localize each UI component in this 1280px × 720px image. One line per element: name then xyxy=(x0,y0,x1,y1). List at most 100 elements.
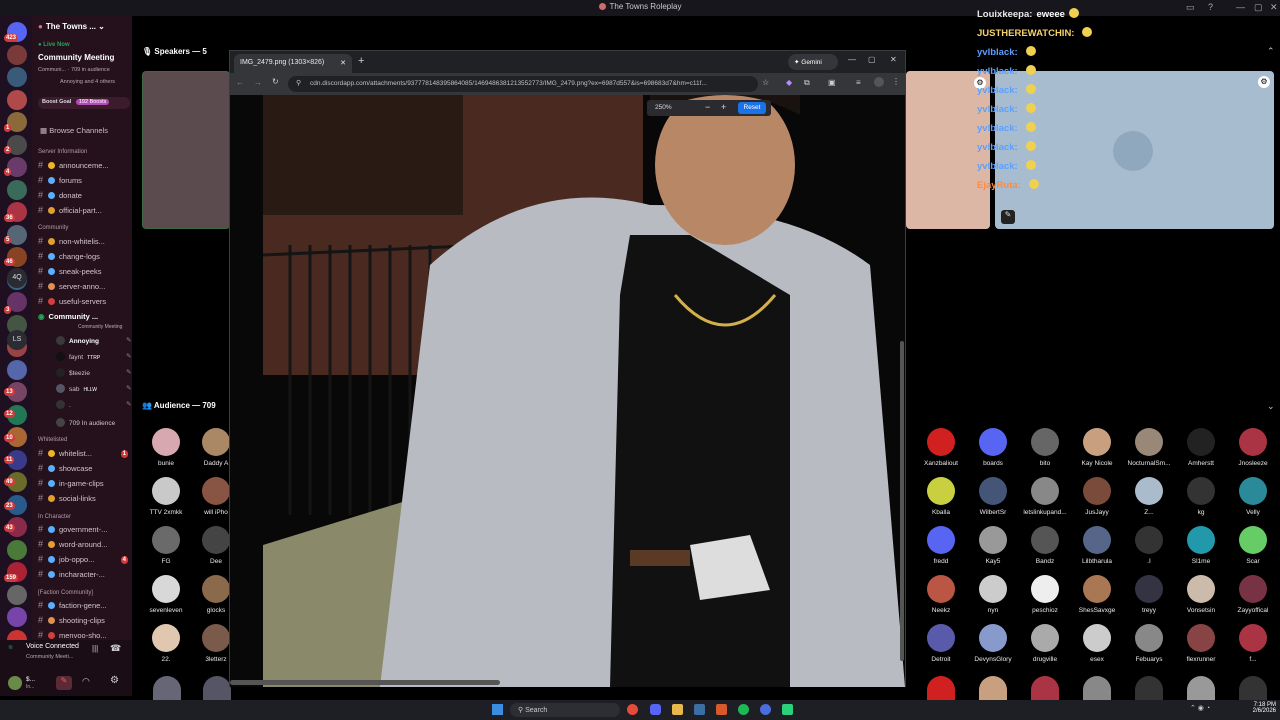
folder-icon[interactable] xyxy=(672,704,683,715)
avatar[interactable] xyxy=(8,676,22,690)
help-icon[interactable]: ? xyxy=(1208,2,1213,12)
audience-member[interactable]: Lilbtharula xyxy=(1072,526,1122,565)
speaker-tile[interactable] xyxy=(142,71,230,229)
channel-item[interactable]: # official-part... xyxy=(38,205,130,219)
close-tab-icon[interactable]: ✕ xyxy=(340,59,346,67)
profile-avatar[interactable] xyxy=(874,77,884,87)
voice-user[interactable]: . ✎ xyxy=(56,400,131,409)
channel-item[interactable]: # whitelist... 1 xyxy=(38,448,130,462)
minimize-button[interactable]: — xyxy=(1236,2,1245,12)
voice-user[interactable]: $teezie ✎ xyxy=(56,368,131,377)
server-icon[interactable] xyxy=(7,89,27,110)
zoom-out-button[interactable]: − xyxy=(705,102,710,112)
app-icon[interactable] xyxy=(782,704,793,715)
audience-member[interactable]: Bandz xyxy=(1020,526,1070,565)
zoom-in-button[interactable]: + xyxy=(721,102,726,112)
reload-icon[interactable]: ↻ xyxy=(272,77,279,86)
server-icon[interactable] xyxy=(7,584,27,605)
terminal-icon[interactable] xyxy=(694,704,705,715)
start-icon[interactable] xyxy=(492,704,503,715)
vertical-scrollbar[interactable] xyxy=(900,341,904,661)
audience-member[interactable]: Kballa xyxy=(916,477,966,516)
voice-connected-title[interactable]: Voice Connected xyxy=(26,643,79,650)
tray-icons[interactable]: ⌃ ◉ ◔ xyxy=(1190,704,1210,712)
puzzle-icon[interactable]: ⧉ xyxy=(804,78,810,88)
channel-item[interactable]: # showcase xyxy=(38,463,130,477)
minimize-button[interactable]: — xyxy=(848,55,856,64)
mute-icon[interactable]: ✎ xyxy=(56,676,72,690)
audience-member[interactable]: Jnosleeze xyxy=(1228,428,1278,467)
audience-member[interactable]: Neekz xyxy=(916,575,966,614)
event-name[interactable]: Community Meeting xyxy=(38,53,114,62)
server-icon[interactable] xyxy=(7,44,27,65)
audience-member[interactable]: f... xyxy=(1228,624,1278,663)
back-icon[interactable]: ← xyxy=(236,78,244,87)
audience-member[interactable]: Detroit xyxy=(916,624,966,663)
channel-item[interactable]: # donate xyxy=(38,190,130,204)
audience-member[interactable]: drugville xyxy=(1020,624,1070,663)
channel-item[interactable]: # server-anno... xyxy=(38,281,130,295)
channel-item[interactable]: # forums xyxy=(38,175,130,189)
office-icon[interactable] xyxy=(716,704,727,715)
chevron-up-icon[interactable]: ⌃ xyxy=(1267,46,1275,57)
channel-item[interactable]: # sneak-peeks xyxy=(38,266,130,280)
channel-item[interactable]: # government-... xyxy=(38,524,130,538)
voice-user[interactable]: Annoying ✎ xyxy=(56,336,131,345)
extension-icon[interactable]: ◆ xyxy=(786,78,792,87)
channel-item[interactable]: # change-logs xyxy=(38,251,130,265)
boost-goal[interactable]: Boost Goal 192 Boosts xyxy=(38,97,130,109)
inbox-icon[interactable]: ▭ xyxy=(1186,2,1195,13)
site-info-icon[interactable]: ⚲ xyxy=(296,79,301,87)
new-tab-icon[interactable]: + xyxy=(358,55,364,67)
server-icon[interactable] xyxy=(7,179,27,200)
audience-member[interactable]: Scar xyxy=(1228,526,1278,565)
audience-member[interactable]: WilbertSr xyxy=(968,477,1018,516)
channel-item[interactable]: # faction-gene... xyxy=(38,600,130,614)
audience-member[interactable]: Kay5 xyxy=(968,526,1018,565)
sidebar-icon[interactable]: ▣ xyxy=(828,78,836,87)
audience-member[interactable]: letslinkupand... xyxy=(1020,477,1070,516)
chrome-icon[interactable] xyxy=(627,704,638,715)
browser-tab[interactable]: IMG_2479.png (1303×826) ✕ xyxy=(234,54,352,73)
close-button[interactable]: ✕ xyxy=(890,55,897,64)
channel-item[interactable]: # useful-servers xyxy=(38,296,130,310)
star-icon[interactable]: ☆ xyxy=(762,78,769,87)
audience-member[interactable]: esex xyxy=(1072,624,1122,663)
category-faction-community[interactable]: [Faction Community] xyxy=(38,590,93,596)
category-in-character[interactable]: In Character xyxy=(38,514,71,520)
voice-user[interactable]: faynt TTRP ✎ xyxy=(56,352,131,361)
server-name[interactable]: ● The Towns ... ⌄ xyxy=(38,22,130,36)
category-community[interactable]: Community xyxy=(38,225,68,231)
channel-item[interactable]: # job-oppo... 4 xyxy=(38,554,130,568)
menu-icon[interactable]: ≡ xyxy=(856,78,861,87)
channel-item[interactable]: # social-links xyxy=(38,493,130,507)
speaker-tile[interactable]: ✎ ⚙ xyxy=(995,71,1274,229)
disconnect-icon[interactable]: ☎ xyxy=(110,643,121,654)
audience-member[interactable]: Vonsetsin xyxy=(1176,575,1226,614)
server-icon[interactable]: LS xyxy=(7,330,27,350)
headphones-icon[interactable]: ◠ xyxy=(82,676,90,687)
clock[interactable]: 7:18 PM 2/6/2026 xyxy=(1236,702,1276,714)
server-icon[interactable] xyxy=(7,539,27,560)
audience-member[interactable]: nyn xyxy=(968,575,1018,614)
channel-item[interactable]: # incharacter-... xyxy=(38,569,130,583)
server-icon[interactable] xyxy=(7,607,27,627)
server-icon[interactable] xyxy=(7,67,27,87)
url-bar[interactable]: ⚲ cdn.discordapp.com/attachments/93777814… xyxy=(288,76,758,92)
gemini-button[interactable]: ✦ Gemini xyxy=(788,54,838,70)
app-icon[interactable] xyxy=(760,704,771,715)
reset-button[interactable]: Reset xyxy=(738,102,766,114)
audience-member[interactable]: .I xyxy=(1124,526,1174,565)
discord-icon[interactable] xyxy=(650,704,661,715)
noise-icon[interactable]: ||| xyxy=(92,644,98,653)
audience-member[interactable]: peschioz xyxy=(1020,575,1070,614)
close-button[interactable]: ✕ xyxy=(1270,2,1278,13)
audience-member[interactable]: ShesSavxge xyxy=(1072,575,1122,614)
audience-member[interactable]: treyy xyxy=(1124,575,1174,614)
audience-member[interactable]: Zayyoffical xyxy=(1228,575,1278,614)
audience-member[interactable]: bito xyxy=(1020,428,1070,467)
voice-user[interactable]: sab HLLW ✎ xyxy=(56,384,131,393)
taskbar-search[interactable]: ⚲ Search xyxy=(510,703,620,717)
audience-member[interactable]: sevenleven xyxy=(141,575,191,614)
more-icon[interactable]: ⋮ xyxy=(892,77,900,86)
